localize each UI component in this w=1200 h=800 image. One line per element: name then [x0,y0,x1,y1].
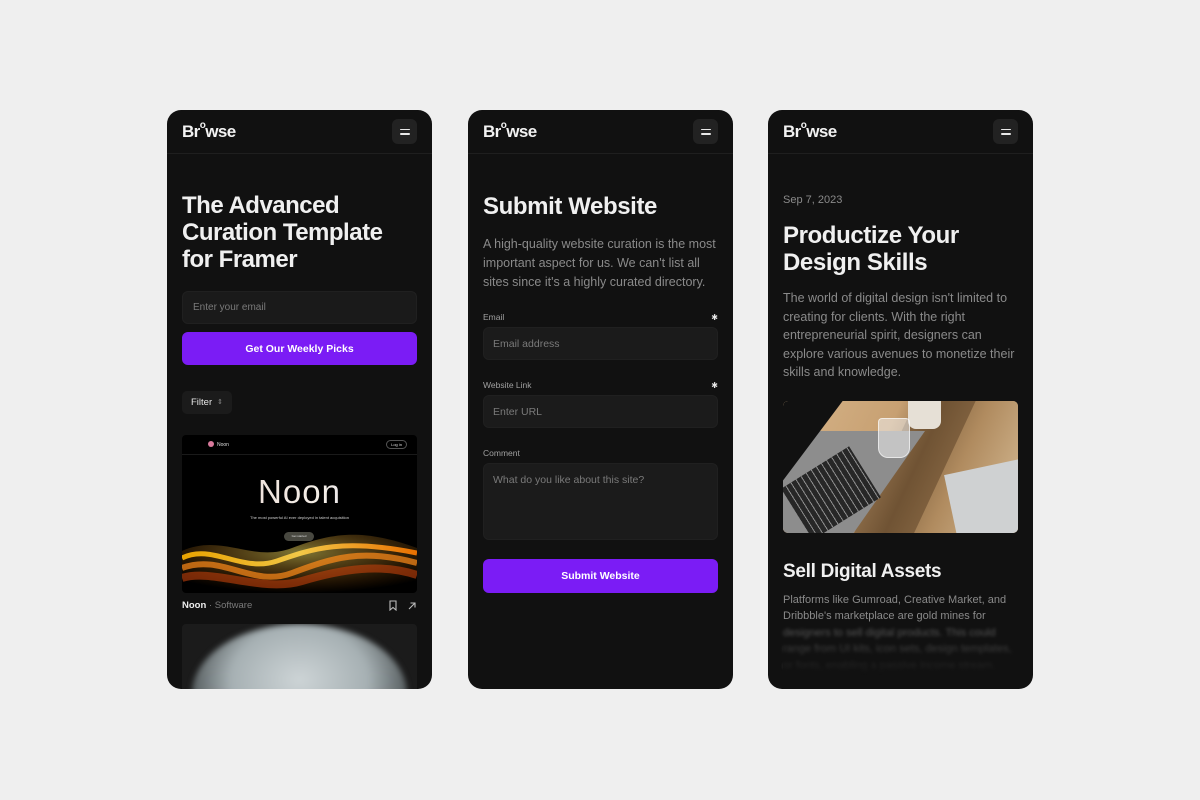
chevron-up-down-icon: ⇕ [217,399,223,406]
newsletter-email-input[interactable] [182,291,417,324]
email-field[interactable]: Email address [483,327,718,360]
required-icon: ✱ [711,312,718,322]
blurred-preview [192,624,407,689]
browse-logo[interactable]: Browse [483,119,537,142]
logo-text-end: wse [806,121,837,141]
intro-text: A high-quality website curation is the m… [483,237,716,289]
section-heading: Sell Digital Assets [783,560,942,582]
phone-submit-screen: Browse Submit Website A high-quality web… [468,110,733,689]
section-line: range from UI kits, icon sets, design te… [783,643,1012,655]
website-url-field[interactable]: Enter URL [483,395,718,428]
site-card-meta: Noon · Software [182,600,417,611]
top-nav: Browse [768,110,1033,154]
comment-label: Comment [483,448,520,458]
logo-text-sup: o [800,119,807,131]
preview-headline: Noon [182,473,417,511]
comment-label-row: Comment [483,448,718,458]
filter-label: Filter [191,397,213,408]
comment-textarea[interactable]: What do you like about this site? [483,463,718,540]
section-line: Dribbble's marketplace are gold mines fo… [783,610,986,622]
site-category: Software [214,600,253,611]
top-nav: Browse [468,110,733,154]
top-nav: Browse [167,110,432,154]
logo-text-sup: o [199,119,206,131]
email-label-row: Email ✱ [483,312,718,322]
logo-text-sup: o [500,119,507,131]
hero-title: The Advanced Curation Template for Frame… [182,192,383,273]
email-placeholder: Email address [493,337,560,350]
section-line: or fonts, enabling a passive income stre… [783,659,996,672]
site-name[interactable]: Noon [182,600,206,611]
bookmark-icon[interactable] [388,600,398,611]
get-weekly-picks-button[interactable]: Get Our Weekly Picks [182,332,417,365]
preview-cta: Get started [284,532,314,541]
hamburger-menu-icon[interactable] [693,119,718,144]
browse-logo[interactable]: Browse [783,119,837,142]
phone-home-screen: Browse The Advanced Curation Template fo… [167,110,432,689]
hamburger-menu-icon[interactable] [993,119,1018,144]
required-icon: ✱ [711,380,718,390]
site-card-thumbnail[interactable]: Noon Log in Noon The most powerful AI ev… [182,435,417,593]
logo-text-start: Br [182,121,200,141]
section-line: Platforms like Gumroad, Creative Market,… [783,593,1007,606]
preview-login: Log in [386,440,407,449]
filter-dropdown[interactable]: Filter ⇕ [182,391,232,414]
article-title: Productize Your Design Skills [783,222,959,276]
preview-brand: Noon [217,441,229,448]
submit-website-button[interactable]: Submit Website [483,559,718,593]
website-link-label: Website Link [483,380,532,390]
logo-text-start: Br [483,121,501,141]
page-title: Submit Website [483,193,657,220]
email-label: Email [483,312,505,322]
article-date: Sep 7, 2023 [783,194,843,206]
arrow-up-right-icon[interactable] [407,601,417,611]
phone-article-screen: Browse Sep 7, 2023 Productize Your Desig… [768,110,1033,689]
article-cover-image [783,400,1018,533]
browse-logo[interactable]: Browse [182,119,236,142]
meta-separator: · [208,600,213,611]
logo-text-end: wse [506,121,537,141]
logo-text-end: wse [205,121,236,141]
comment-placeholder: What do you like about this site? [493,474,645,486]
preview-subline: The most powerful AI ever deployed in ta… [250,515,349,520]
website-label-row: Website Link ✱ [483,380,718,390]
section-body: Platforms like Gumroad, Creative Market,… [783,592,1018,674]
site-card-thumbnail-2[interactable] [182,624,417,689]
article-intro: The world of digital design isn't limite… [783,291,1015,379]
preview-nav: Noon Log in [182,435,417,455]
url-placeholder: Enter URL [493,405,543,418]
logo-text-start: Br [783,121,801,141]
section-line: designers to sell digital products. This… [783,626,996,639]
hamburger-menu-icon[interactable] [392,119,417,144]
